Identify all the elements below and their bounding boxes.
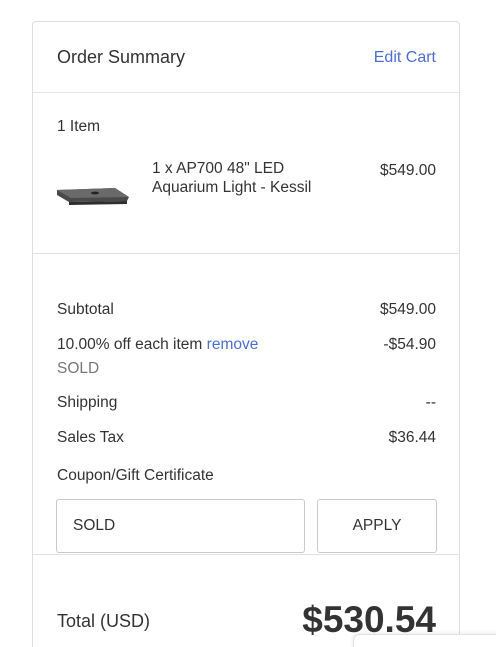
sales-tax-value: $36.44: [388, 429, 436, 446]
coupon-input[interactable]: [56, 499, 305, 553]
edit-cart-link[interactable]: Edit Cart: [374, 49, 436, 67]
total-label: Total (USD): [57, 611, 151, 631]
coupon-label: Coupon/Gift Certificate: [57, 467, 214, 484]
subtotal-label: Subtotal: [57, 301, 114, 318]
shipping-value: --: [425, 394, 436, 411]
aquarium-light-icon: [57, 188, 129, 205]
order-summary-title: Order Summary: [57, 47, 186, 67]
order-summary-header: Order Summary Edit Cart: [33, 22, 459, 93]
sales-tax-label: Sales Tax: [57, 429, 124, 446]
product-price: $549.00: [379, 162, 436, 179]
cart-items-section: 1 Item 1 x AP700 48" LED Aquarium Light …: [33, 93, 459, 254]
discount-label: 10.00% off each item: [57, 336, 203, 353]
totals-section: Subtotal $549.00 10.00% off each item re…: [33, 254, 459, 555]
item-count: 1 Item: [57, 118, 101, 135]
floating-panel-edge: [353, 634, 496, 647]
discount-row: 10.00% off each item remove: [57, 336, 258, 354]
discount-value: -$54.90: [383, 336, 436, 353]
apply-button[interactable]: APPLY: [317, 499, 437, 553]
order-summary-card: Order Summary Edit Cart 1 Item 1 x AP700…: [32, 21, 460, 647]
shipping-label: Shipping: [57, 394, 118, 411]
product-name: 1 x AP700 48" LED Aquarium Light - Kessi…: [152, 160, 312, 196]
subtotal-value: $549.00: [379, 301, 436, 318]
remove-discount-link[interactable]: remove: [207, 336, 259, 353]
discount-code: SOLD: [57, 360, 100, 377]
